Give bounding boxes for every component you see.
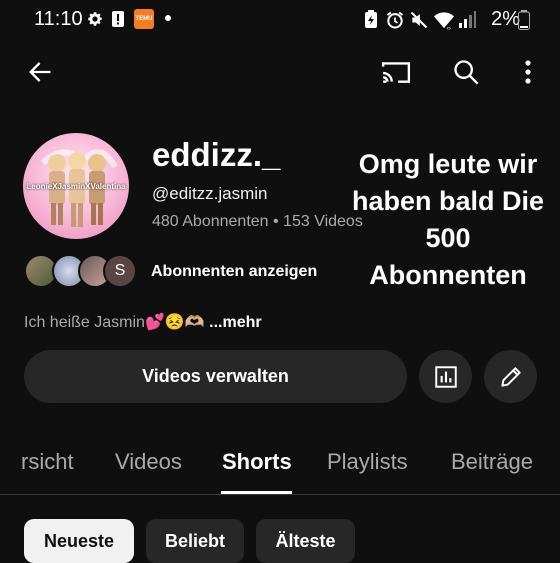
tab-shorts[interactable]: Shorts <box>222 449 292 475</box>
battery-saver-icon <box>364 10 378 28</box>
channel-name: eddizz._ <box>152 136 281 173</box>
status-time: 11:10 <box>34 8 83 30</box>
manage-videos-button[interactable]: Videos verwalten <box>24 350 407 403</box>
alert-icon <box>111 10 125 28</box>
tab-playlists[interactable]: Playlists <box>327 449 408 475</box>
search-button[interactable] <box>448 54 484 90</box>
more-options-button[interactable] <box>510 54 546 90</box>
search-icon <box>454 60 479 85</box>
tabs-divider <box>0 494 560 495</box>
wifi-icon: ‹› <box>433 10 455 30</box>
alarm-icon <box>385 10 405 30</box>
temu-app-icon: TEMU <box>134 9 154 29</box>
dot-icon <box>165 15 171 21</box>
cast-icon <box>381 62 411 83</box>
channel-description[interactable]: Ich heiße Jasmin💕😣🫶🏼 ...mehr <box>24 312 262 332</box>
subscriber-avatar: S <box>103 254 137 288</box>
mute-icon <box>409 10 429 30</box>
back-button[interactable] <box>22 54 58 90</box>
temu-badge-text: TEMU <box>135 15 153 22</box>
tab-videos[interactable]: Videos <box>115 449 182 475</box>
tab-posts[interactable]: Beiträge <box>451 449 533 475</box>
analytics-icon <box>434 365 457 388</box>
description-more-link[interactable]: ...mehr <box>209 314 261 331</box>
description-text: Ich heiße Jasmin💕😣🫶🏼 <box>24 314 205 331</box>
back-arrow-icon <box>29 62 51 82</box>
avatar-caption: LeonieXJasminXValentina <box>26 182 126 191</box>
signal-icon <box>458 10 476 28</box>
cast-button[interactable] <box>378 54 414 90</box>
show-subscribers-link[interactable]: Abonnenten anzeigen <box>151 263 317 281</box>
chip-oldest[interactable]: Älteste <box>256 519 355 563</box>
more-vert-icon <box>525 60 531 84</box>
analytics-button[interactable] <box>419 350 472 403</box>
edit-pencil-icon <box>500 366 521 387</box>
chip-popular[interactable]: Beliebt <box>146 519 244 563</box>
edit-channel-button[interactable] <box>484 350 537 403</box>
svg-text:‹›: ‹› <box>447 25 451 30</box>
battery-icon <box>518 10 530 30</box>
overlay-caption: Omg leute wir haben bald Die 500 Abonnen… <box>351 149 545 290</box>
gear-icon <box>86 10 104 28</box>
subscriber-avatar-letter: S <box>114 262 126 279</box>
tab-overview[interactable]: rsicht <box>21 449 74 475</box>
battery-percentage: 2% <box>491 8 520 30</box>
channel-handle: @editzz.jasmin <box>152 184 268 203</box>
channel-stats: 480 Abonnenten • 153 Videos <box>152 213 363 230</box>
chip-newest[interactable]: Neueste <box>24 519 134 563</box>
